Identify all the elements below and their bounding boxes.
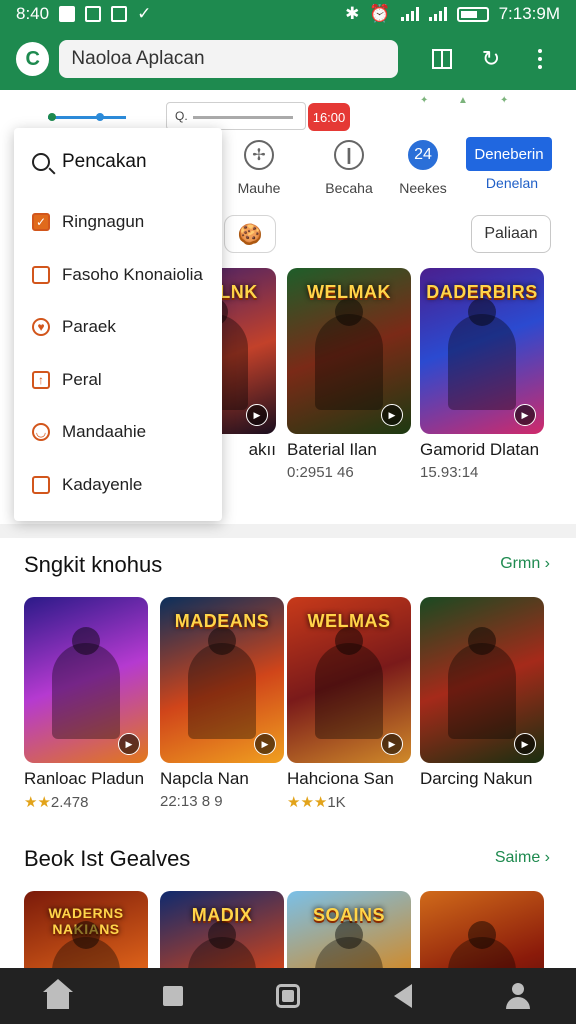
bottom-navigation [0,968,576,1024]
game-name: Hahciona San [287,769,394,788]
game-meta: ★★2.478 [24,794,89,811]
refresh-icon[interactable]: ↻ [471,39,510,79]
menu-item[interactable]: ↑ Peral [14,354,222,407]
mini-search-field[interactable]: Q. [166,102,306,130]
battery-icon [456,6,489,22]
qr-icon [111,6,128,22]
top-bar: 8:40 ✓ ✱ ⏰ 7:13:9M C Naoloa Aplacan ↻ [0,0,576,90]
shield-icon: ♥ [32,318,50,337]
compass-icon: ✢ [244,140,274,170]
category-neekes[interactable]: 24 Neekes [388,140,458,196]
game-name: Gamorid Dlatan [420,440,540,459]
cookie-icon[interactable]: 🍪 [224,215,276,253]
app-bar: C Naoloa Aplacan ↻ [0,28,576,90]
menu-title: Pencakan [62,151,147,172]
red-badge[interactable]: 16:00 [308,103,350,131]
play-icon[interactable]: ▶ [254,733,276,755]
share-icon: ↑ [32,370,50,389]
play-icon[interactable]: ▶ [514,733,536,755]
section-divider [0,524,576,538]
game-thumbnail: WELMAS ▶ [287,597,411,763]
dropdown-menu: Pencakan ✓ Ringnagun Fasoho Knonaiolia ♥… [14,128,222,521]
section-title: Beok Ist Gealves [24,846,191,871]
overview-icon[interactable] [264,972,312,1020]
checkbox-icon: ✓ [32,213,50,232]
see-more-link[interactable]: Grmn › [500,555,550,573]
game-card[interactable]: MADEANS ▶ Napcla Nan 22:13 8 9 [160,597,284,810]
search-icon [32,153,50,171]
alarm-icon: ⏰ [369,4,391,23]
menu-item[interactable]: ✓ Ringnagun [14,196,222,249]
play-icon[interactable]: ▶ [514,404,536,426]
app-logo-icon[interactable]: C [16,42,50,76]
clock-icon: ◡ [32,423,50,442]
game-card[interactable]: ▶ Darcing Nakun [420,597,544,789]
edit-icon [32,265,50,284]
menu-item[interactable]: Kadayenle [14,459,222,512]
play-icon[interactable]: ▶ [118,733,140,755]
outline-button[interactable]: Paliaan [471,215,551,253]
category-mauhe[interactable]: ✢ Mauhe [224,140,294,196]
game-meta: 22:13 8 9 [160,793,223,810]
game-name: Darcing Nakun [420,769,533,788]
clock: 8:40 [16,4,50,23]
play-icon[interactable]: ▶ [246,404,268,426]
section-title: Sngkit knohus [24,552,163,577]
book-icon[interactable] [422,39,461,79]
profile-icon[interactable] [494,972,542,1020]
slider[interactable] [48,113,126,121]
play-icon[interactable]: ▶ [381,733,403,755]
chat-icon: 24 [408,140,438,170]
game-thumbnail: ▶ [420,597,544,763]
menu-item[interactable]: ♥ Paraek [14,301,222,354]
notification-icon [59,6,76,22]
game-name: Napcla Nan [160,769,249,788]
cell-signal-icon [428,7,447,21]
play-icon[interactable]: ▶ [381,404,403,426]
sparkle-icon: ▲ [458,95,468,106]
note-icon [32,475,50,494]
category-becaha[interactable]: ❙ Becaha [314,140,384,196]
search-icon[interactable] [149,972,197,1020]
game-meta: 0:2951 46 [287,464,354,481]
game-meta: 15.93:14 [420,464,479,481]
game-card[interactable]: ▶ Ranloac Pladun ★★2.478 [24,597,148,811]
game-name: Baterial Ilan [287,440,377,459]
menu-search-row[interactable]: Pencakan [14,128,222,196]
more-options-icon[interactable] [521,39,560,79]
primary-button[interactable]: Deneberin [466,137,552,171]
game-thumbnail: WELMAK ▶ [287,268,411,434]
sparkle-icon: ✦ [420,95,429,106]
category-denelan[interactable]: Denelan [466,175,558,191]
app-notification-icon [85,6,102,22]
game-name: Ranloac Pladun [24,769,145,788]
game-card[interactable]: WELMAK ▶ Baterial Ilan 0:2951 46 [287,268,411,481]
game-meta: ★★★1K [287,794,346,811]
wifi-signal-icon [400,7,419,21]
bluetooth-icon: ✱ [345,4,360,23]
search-input-text: Naoloa Aplacan [71,48,205,69]
game-thumbnail: MADEANS ▶ [160,597,284,763]
sparkle-icon: ✦ [500,95,509,106]
game-thumbnail: ▶ [24,597,148,763]
status-time-right: 7:13:9M [498,4,560,23]
game-thumbnail: DADERBIRS ▶ [420,268,544,434]
menu-item[interactable]: Fasoho Knonaiolia [14,249,222,302]
search-input[interactable]: Naoloa Aplacan [59,40,399,78]
see-more-link[interactable]: Saime › [495,849,550,867]
menu-item[interactable]: ◡ Mandaahie [14,406,222,459]
info-icon: ❙ [334,140,364,170]
status-bar: 8:40 ✓ ✱ ⏰ 7:13:9M [0,0,576,28]
home-icon[interactable] [34,972,82,1020]
back-icon[interactable] [379,972,427,1020]
check-icon: ✓ [137,4,152,23]
game-card[interactable]: DADERBIRS ▶ Gamorid Dlatan 15.93:14 [420,268,544,481]
game-card[interactable]: WELMAS ▶ Hahciona San ★★★1K [287,597,411,811]
